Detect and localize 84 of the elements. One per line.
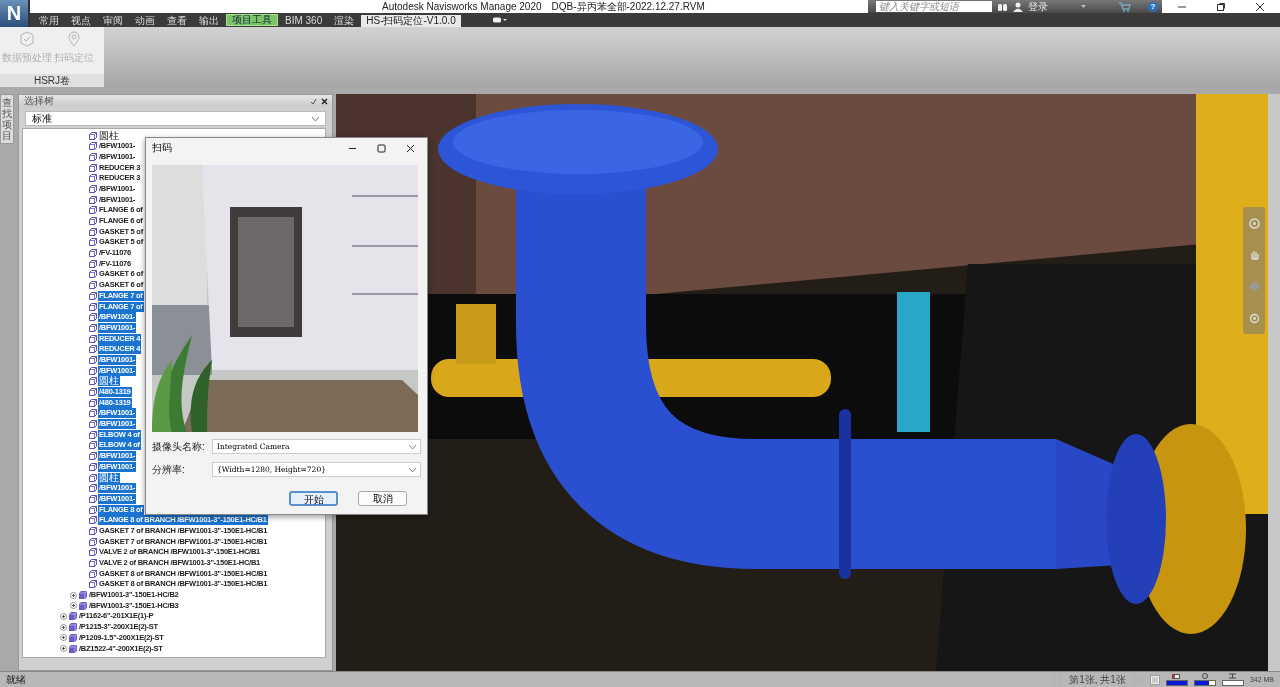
group-icon [69, 644, 77, 653]
cube-icon [89, 505, 97, 514]
meter-bar [1165, 679, 1188, 686]
pipe-elbow[interactable] [438, 104, 1166, 605]
cube-icon [89, 206, 97, 215]
cube-icon [89, 441, 97, 450]
cube-icon [89, 131, 97, 140]
ribbon-tab[interactable]: HS-扫码定位-V1.0.0 [361, 15, 461, 27]
model-viewport[interactable] [336, 94, 1268, 672]
ribbon-tab[interactable]: 审阅 [98, 15, 128, 27]
expand-toggle-icon[interactable] [60, 623, 67, 631]
close-icon[interactable] [406, 143, 415, 153]
tree-item[interactable]: 圆柱 [98, 376, 120, 387]
expand-toggle-icon[interactable] [60, 634, 67, 642]
binoculars-icon[interactable] [997, 1, 1008, 12]
cube-icon [89, 195, 97, 204]
horizontal-pipe[interactable] [431, 304, 831, 398]
ribbon-tab[interactable]: 渲染 [329, 15, 360, 27]
field-label: 摄像头名称: [152, 439, 206, 454]
disk-icon [1201, 673, 1208, 680]
sign-in-link[interactable]: 登录 [1028, 0, 1048, 14]
maximize-icon[interactable] [377, 143, 386, 153]
group-icon [69, 612, 77, 621]
tree-item[interactable]: 圆柱 [98, 130, 120, 141]
location-pin-icon [66, 31, 82, 47]
pencil-icon [1172, 673, 1182, 679]
cube-icon [89, 580, 97, 589]
caret-icon [409, 444, 416, 449]
window-title: Autodesk Navisworks Manage 2020 [382, 1, 542, 12]
dialog-button[interactable]: 取消 [358, 491, 407, 506]
expand-toggle-icon[interactable] [60, 613, 67, 620]
caret-icon[interactable] [1081, 5, 1086, 8]
ribbon-tab[interactable]: BIM 360 [280, 15, 328, 27]
cube-icon [89, 377, 97, 386]
panel-label: HSRJ卷 [0, 74, 104, 88]
cart-icon[interactable] [1119, 1, 1131, 12]
cube-icon [89, 356, 97, 364]
document-title: DQB-异丙苯全部-2022.12.27.RVM [551, 0, 705, 14]
cube-icon [89, 185, 97, 193]
cube-icon [89, 548, 97, 557]
cube-icon [89, 163, 97, 172]
cube-icon [89, 473, 97, 482]
ribbon-tab[interactable]: 输出 [194, 15, 224, 27]
expand-toggle-icon[interactable] [70, 602, 77, 610]
maximize-icon[interactable] [1216, 1, 1226, 12]
meter-bar [1193, 680, 1216, 687]
panel-title: 选择树 [24, 94, 54, 109]
side-tab[interactable]: 查找项目 [0, 94, 14, 145]
dialog-title: 扫码 [152, 141, 172, 155]
shield-check-icon [19, 31, 35, 47]
close-icon[interactable] [321, 97, 328, 105]
cube-icon [89, 174, 97, 183]
status-text: 就绪 [6, 672, 26, 687]
dialog-button[interactable]: 开始 [289, 491, 338, 506]
ribbon-tab[interactable]: 项目工具 [226, 14, 278, 26]
search-field[interactable]: 键入关键字或短语 [876, 1, 992, 12]
user-icon[interactable] [1013, 1, 1023, 12]
ribbon-tab[interactable]: 动画 [130, 15, 160, 27]
caret-icon [312, 116, 319, 121]
cube-icon [89, 334, 97, 343]
cube-icon [89, 270, 97, 279]
field-label: 分辨率: [152, 462, 186, 477]
cube-icon [89, 537, 97, 546]
cube-icon [89, 516, 97, 525]
cube-icon [89, 366, 97, 375]
caret-icon [409, 467, 416, 472]
cube-icon [89, 409, 97, 418]
ribbon-tab[interactable]: 视点 [66, 15, 96, 27]
cube-icon [89, 302, 97, 311]
ribbon-tab[interactable]: 常用 [34, 15, 64, 27]
expand-toggle-icon[interactable] [70, 591, 77, 599]
app-logo[interactable]: N [0, 0, 30, 27]
expand-toggle-icon[interactable] [60, 645, 67, 653]
cube-icon [89, 238, 97, 247]
cube-icon [89, 345, 97, 354]
ribbon-tab[interactable]: 查看 [162, 15, 192, 27]
filter-dropdown[interactable]: 标准 [25, 111, 326, 127]
network-icon [1228, 673, 1238, 680]
tree-item[interactable]: 圆柱 [98, 472, 120, 483]
cube-icon [89, 527, 97, 535]
help-button[interactable]: ? [1148, 1, 1158, 12]
camera-menu-icon[interactable] [492, 17, 507, 23]
close-icon[interactable] [1255, 1, 1266, 12]
page-indicator: 第1张, 共1张 [1069, 672, 1126, 687]
